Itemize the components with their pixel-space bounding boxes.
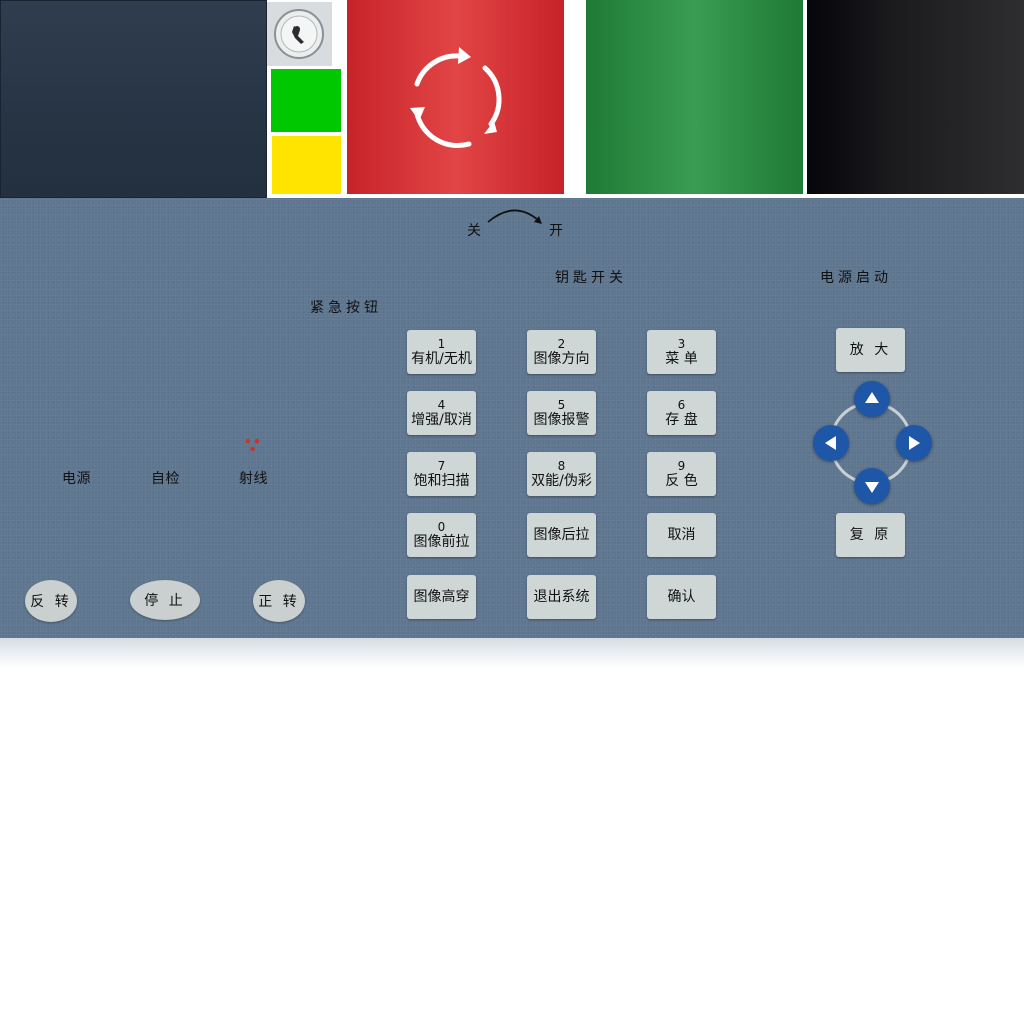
key-label: 反 色: [665, 472, 698, 489]
refresh-icon: [410, 47, 502, 149]
emergency-button-label: 紧急按钮: [310, 300, 382, 316]
key-label: 存 盘: [665, 411, 698, 428]
key-confirm[interactable]: 确认: [647, 575, 716, 619]
ray-indicator-icon: [245, 438, 260, 452]
arrow-right-icon: [909, 436, 920, 450]
panel-shadow: [0, 638, 1024, 668]
key-9-invert-color[interactable]: 9 反 色: [647, 452, 716, 496]
arrow-down-icon: [865, 482, 879, 493]
key-7-saturation-scan[interactable]: 7 饱和扫描: [407, 452, 476, 496]
forward-button[interactable]: 正 转: [253, 580, 305, 622]
key-2-image-direction[interactable]: 2 图像方向: [527, 330, 596, 374]
stop-button[interactable]: 停 止: [130, 580, 200, 620]
green-start-panel[interactable]: [586, 0, 803, 194]
nav-up-button[interactable]: [854, 381, 890, 417]
key-number: 6: [677, 397, 686, 412]
key-label: 增强/取消: [411, 411, 472, 428]
key-number: 8: [557, 458, 566, 473]
status-yellow-indicator: [272, 136, 341, 194]
key-label: 双能/伪彩: [531, 472, 592, 489]
arrow-up-icon: [865, 392, 879, 403]
key-5-image-alarm[interactable]: 5 图像报警: [527, 391, 596, 435]
key-turn-arrow-icon: [487, 209, 542, 224]
reset-button[interactable]: 复 原: [836, 513, 905, 557]
key-0-image-pull-forward[interactable]: 0 图像前拉: [407, 513, 476, 557]
key-number: 1: [437, 336, 446, 351]
key-switch-label: 钥匙开关: [555, 270, 627, 286]
key-cancel[interactable]: 取消: [647, 513, 716, 557]
refresh-button[interactable]: [347, 0, 564, 194]
arrow-left-icon: [825, 436, 836, 450]
zoom-button[interactable]: 放 大: [836, 328, 905, 372]
key-number: 7: [437, 458, 446, 473]
selftest-indicator-label: 自检: [151, 471, 180, 487]
video-preview-screen: [0, 0, 267, 198]
key-label: 退出系统: [533, 589, 590, 605]
key-on-label: 开: [549, 223, 564, 239]
key-label: 图像后拉: [533, 527, 590, 543]
power-start-label: 电源启动: [820, 270, 892, 286]
key-number: 9: [677, 458, 686, 473]
key-off-label: 关: [467, 223, 482, 239]
camera-button[interactable]: [267, 2, 332, 66]
key-number: 5: [557, 397, 566, 412]
key-1-organic-inorganic[interactable]: 1 有机/无机: [407, 330, 476, 374]
key-4-enhance-cancel[interactable]: 4 增强/取消: [407, 391, 476, 435]
key-label: 图像前拉: [413, 533, 470, 550]
key-number: 3: [677, 336, 686, 351]
key-label: 取消: [667, 527, 696, 543]
key-number: 2: [557, 336, 566, 351]
power-indicator-label: 电源: [62, 471, 91, 487]
nav-left-button[interactable]: [813, 425, 849, 461]
black-panel[interactable]: [807, 0, 1024, 194]
ray-indicator-label: 射线: [239, 471, 268, 487]
status-green-indicator: [271, 69, 341, 132]
key-label: 确认: [667, 589, 696, 605]
key-number: 0: [437, 519, 446, 534]
key-label: 图像高穿: [413, 589, 470, 605]
camera-icon: [274, 9, 324, 59]
key-image-high-penetration[interactable]: 图像高穿: [407, 575, 476, 619]
key-label: 菜 单: [665, 350, 698, 367]
key-label: 饱和扫描: [413, 472, 470, 489]
key-label: 有机/无机: [411, 350, 472, 367]
key-label: 图像方向: [533, 350, 590, 367]
key-3-menu[interactable]: 3 菜 单: [647, 330, 716, 374]
reverse-button[interactable]: 反 转: [25, 580, 77, 622]
key-exit-system[interactable]: 退出系统: [527, 575, 596, 619]
key-8-dual-energy-pseudocolor[interactable]: 8 双能/伪彩: [527, 452, 596, 496]
nav-right-button[interactable]: [896, 425, 932, 461]
reset-label: 复 原: [849, 527, 892, 543]
zoom-label: 放 大: [849, 342, 892, 358]
key-6-save[interactable]: 6 存 盘: [647, 391, 716, 435]
nav-down-button[interactable]: [854, 468, 890, 504]
key-label: 图像报警: [533, 411, 590, 428]
key-image-pull-back[interactable]: 图像后拉: [527, 513, 596, 557]
key-number: 4: [437, 397, 446, 412]
